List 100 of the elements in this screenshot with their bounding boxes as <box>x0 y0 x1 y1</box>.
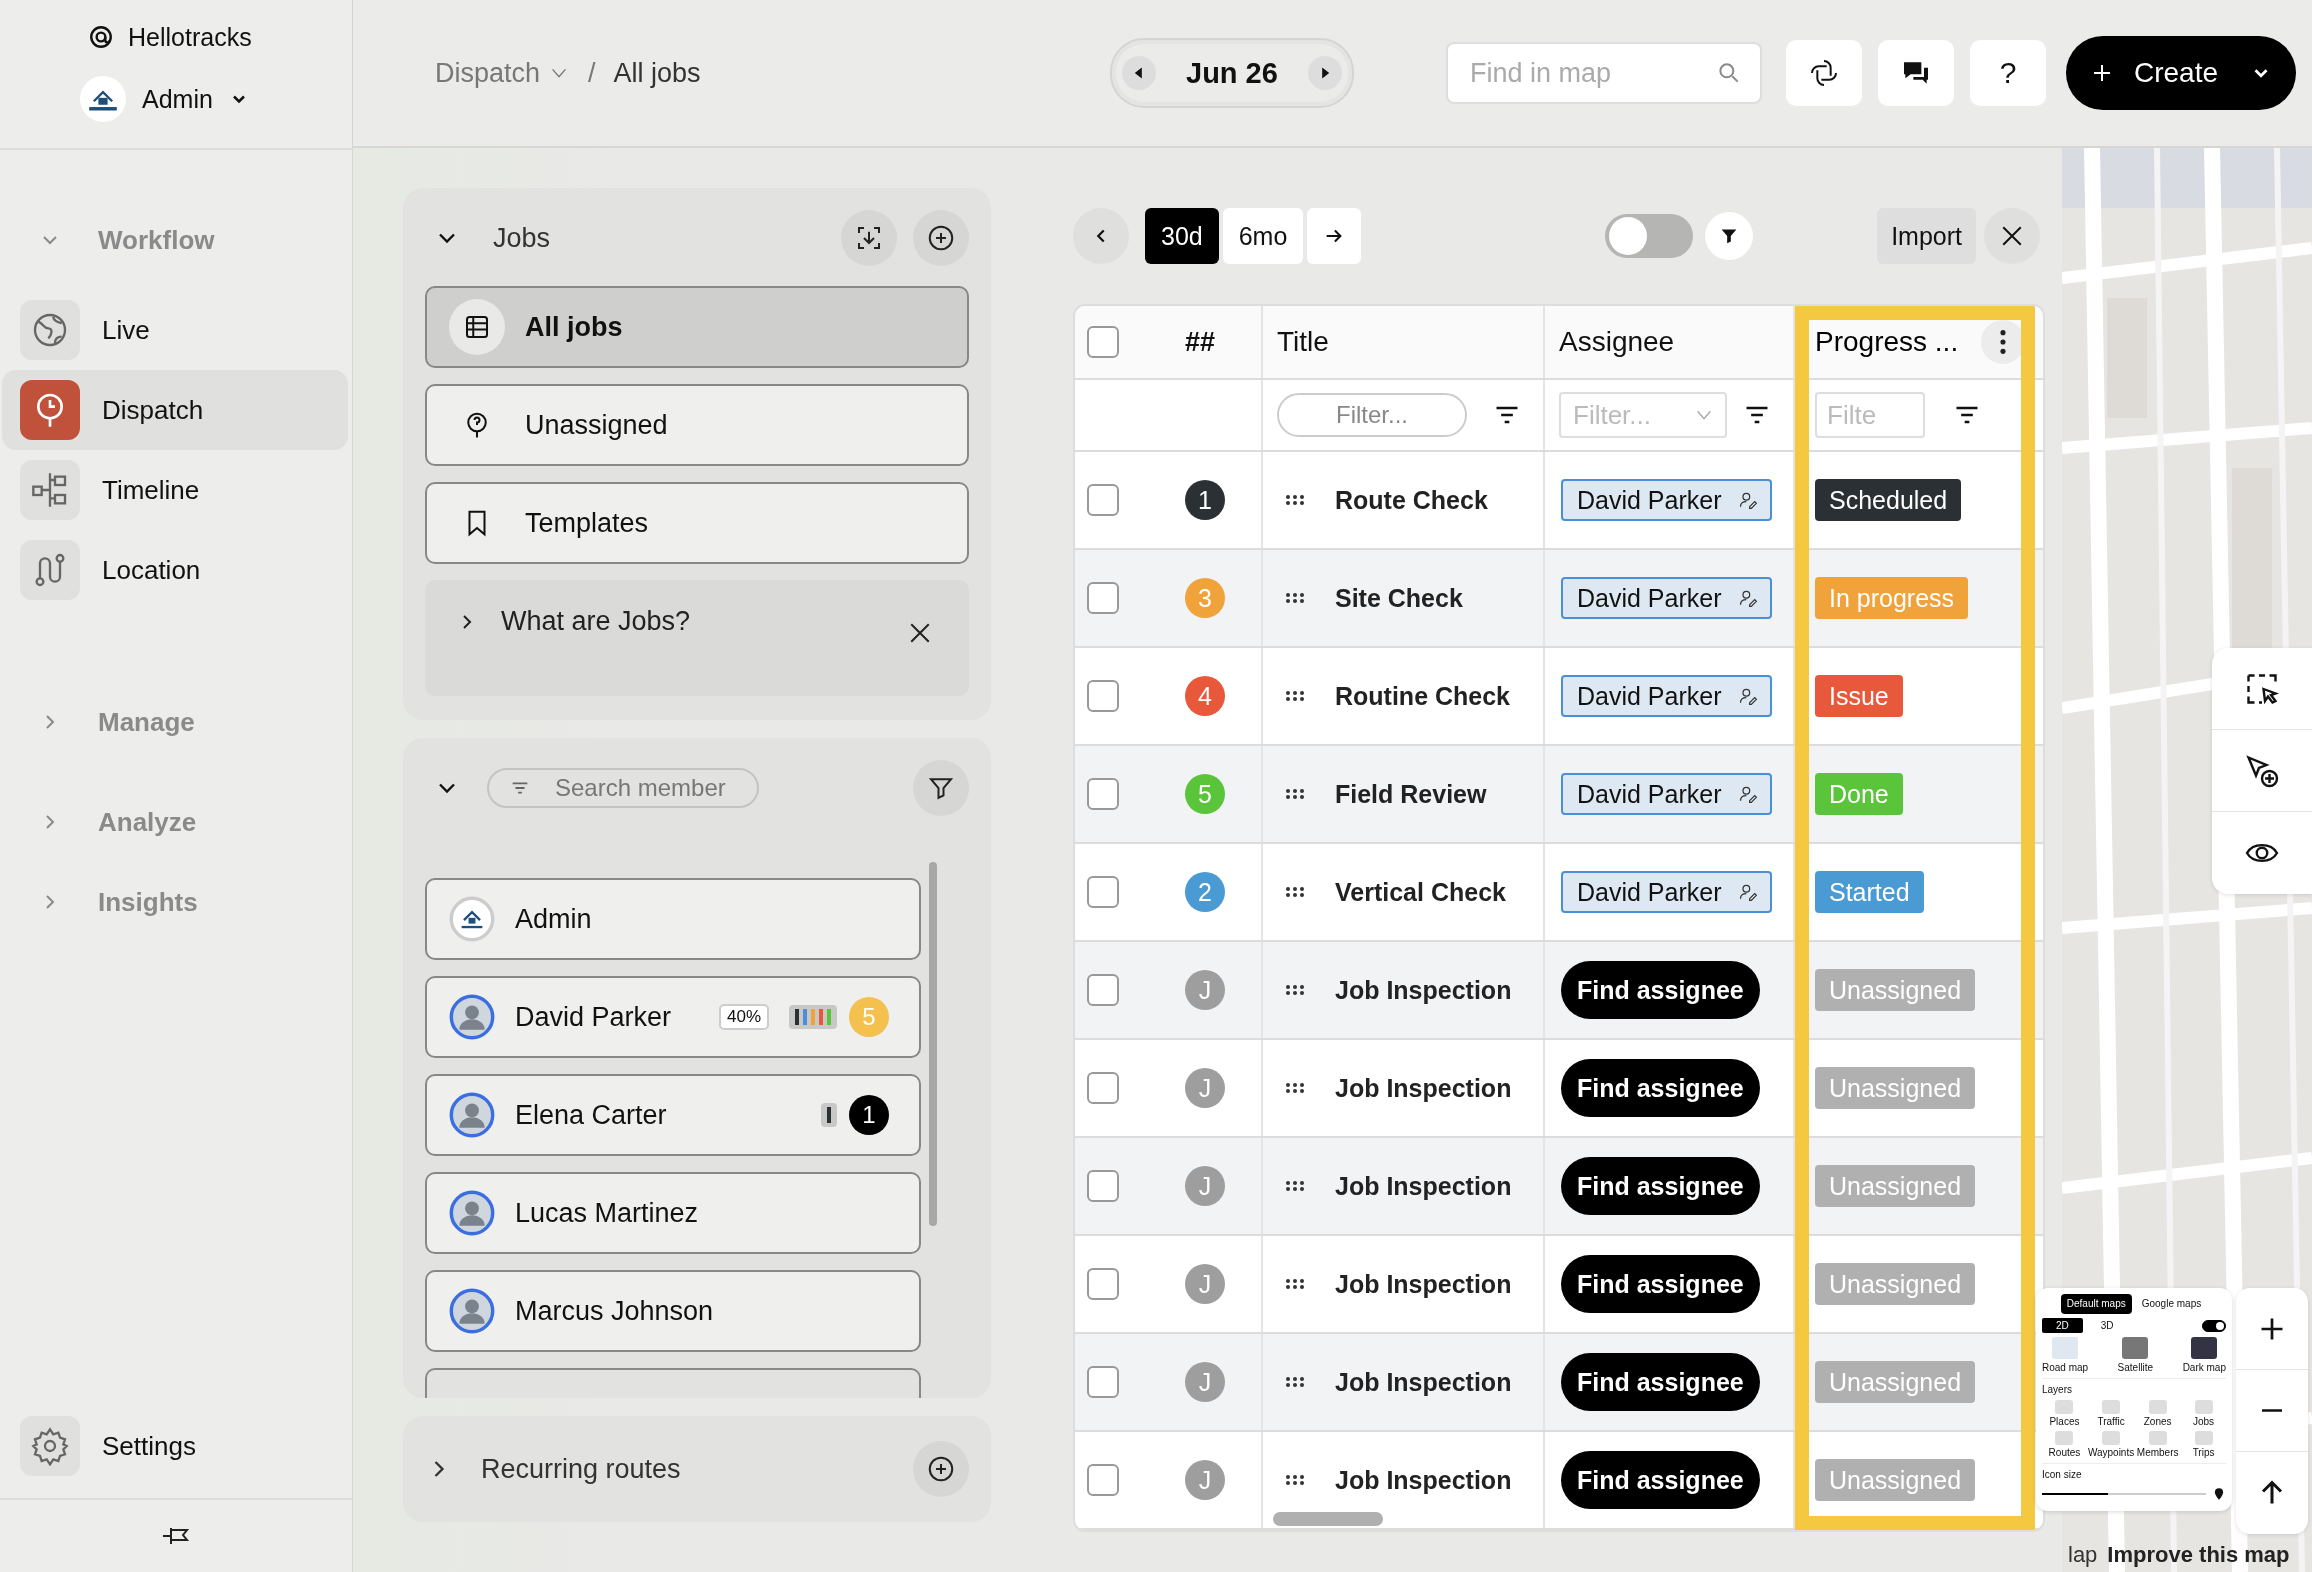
assignee-chip[interactable]: David Parker <box>1561 773 1772 815</box>
drag-handle-icon[interactable] <box>1285 788 1305 800</box>
row-checkbox[interactable] <box>1087 778 1119 810</box>
row-checkbox[interactable] <box>1087 582 1119 614</box>
create-button[interactable]: Create <box>2066 36 2296 110</box>
layer-option[interactable]: Trips <box>2181 1431 2226 1459</box>
drag-handle-icon[interactable] <box>1285 886 1305 898</box>
member-item[interactable]: Marcus Johnson <box>425 1270 921 1352</box>
layer-option[interactable]: Jobs <box>2181 1400 2226 1428</box>
info-toggle[interactable]: What are Jobs? <box>455 606 691 637</box>
filter-button[interactable] <box>1705 212 1754 260</box>
member-item[interactable]: Elena Carter 1 <box>425 1074 921 1156</box>
layer-option[interactable]: Members <box>2135 1431 2181 1459</box>
row-checkbox[interactable] <box>1087 1072 1119 1104</box>
column-header[interactable]: ## <box>1185 326 1216 358</box>
map-source-tab[interactable]: Default maps <box>2060 1294 2132 1314</box>
scrollbar[interactable] <box>929 862 937 1226</box>
member-item[interactable]: Admin <box>425 878 921 960</box>
status-badge: Done <box>1815 773 1903 815</box>
member-search-field[interactable]: Search member <box>487 768 759 808</box>
layer-option[interactable]: Routes <box>2042 1431 2087 1459</box>
drag-handle-icon[interactable] <box>1285 1180 1305 1192</box>
nav-item[interactable]: Location <box>2 530 348 610</box>
ai-assistant-button[interactable] <box>1786 40 1862 106</box>
assignee-chip[interactable]: David Parker <box>1561 577 1772 619</box>
help-button[interactable]: ? <box>1970 40 2046 106</box>
layer-option[interactable]: Zones <box>2135 1400 2181 1428</box>
row-checkbox[interactable] <box>1087 1170 1119 1202</box>
find-assignee-button[interactable]: Find assignee <box>1561 1157 1760 1215</box>
map-mode-tab[interactable]: 2D <box>2042 1318 2083 1333</box>
settings-item[interactable]: Settings <box>2 1406 348 1486</box>
cursor-plus-icon <box>2244 752 2280 789</box>
map-style-option[interactable]: Road map <box>2042 1337 2089 1374</box>
nav-item[interactable]: Live <box>2 290 348 370</box>
row-checkbox[interactable] <box>1087 484 1119 516</box>
row-checkbox[interactable] <box>1087 876 1119 908</box>
member-item[interactable]: Lucas Martinez <box>425 1172 921 1254</box>
drag-handle-icon[interactable] <box>1285 1376 1305 1388</box>
breadcrumb-separator: / <box>588 57 596 89</box>
view-item[interactable]: All jobs <box>425 286 969 368</box>
drag-handle-icon[interactable] <box>1285 1278 1305 1290</box>
range-tab[interactable]: 6mo <box>1222 208 1304 264</box>
drag-handle-icon[interactable] <box>1285 690 1305 702</box>
layer-icon <box>2148 1400 2167 1414</box>
drag-handle-icon[interactable] <box>1285 1082 1305 1094</box>
member-item[interactable]: David Parker 40% 5 <box>425 976 921 1058</box>
select-all-checkbox[interactable] <box>1087 326 1119 358</box>
logo-icon <box>88 24 114 50</box>
row-checkbox[interactable] <box>1087 974 1119 1006</box>
assignee-chip[interactable]: David Parker <box>1561 871 1772 913</box>
view-item[interactable]: Templates <box>425 482 969 564</box>
find-assignee-button[interactable]: Find assignee <box>1561 961 1760 1019</box>
assignee-chip[interactable]: David Parker <box>1561 675 1772 717</box>
layer-option[interactable]: Waypoints <box>2087 1431 2135 1459</box>
nav-item[interactable]: Timeline <box>2 450 348 530</box>
column-header[interactable]: Title <box>1277 326 1329 358</box>
improve-map-link[interactable]: Improve this map <box>2107 1542 2290 1568</box>
row-checkbox[interactable] <box>1087 1464 1119 1496</box>
breadcrumb-link[interactable]: Dispatch <box>435 57 571 89</box>
map-mode-tab[interactable]: 3D <box>2086 1318 2128 1333</box>
map-style-option[interactable]: Satellite <box>2117 1337 2154 1374</box>
account-switcher[interactable]: Admin <box>80 74 249 124</box>
row-checkbox[interactable] <box>1087 1366 1119 1398</box>
chat-button[interactable] <box>1878 40 1954 106</box>
layer-option[interactable]: Places <box>2042 1400 2087 1428</box>
drag-handle-icon[interactable] <box>1285 592 1305 604</box>
toggle-switch[interactable] <box>1605 214 1694 258</box>
next-day-button[interactable] <box>1307 56 1342 90</box>
date-label[interactable]: Jun 26 <box>1186 56 1278 90</box>
progress-filter-field[interactable]: Filte <box>1815 392 1925 438</box>
assignee-chip[interactable]: David Parker <box>1561 479 1772 521</box>
view-item[interactable]: Unassigned <box>425 384 969 466</box>
column-header[interactable]: Assignee <box>1559 326 1675 358</box>
drag-handle-icon[interactable] <box>1285 1474 1305 1486</box>
nav-item[interactable]: Dispatch <box>2 370 348 450</box>
scrollbar[interactable] <box>1273 1512 1383 1526</box>
filter-field[interactable]: Filter... <box>1277 393 1467 437</box>
find-assignee-button[interactable]: Find assignee <box>1561 1451 1760 1509</box>
range-tab[interactable]: 30d <box>1145 208 1219 264</box>
member-item[interactable] <box>425 1368 921 1398</box>
find-assignee-button[interactable]: Find assignee <box>1561 1353 1760 1411</box>
map-style-option[interactable]: Dark map <box>2182 1337 2226 1374</box>
drag-handle-icon[interactable] <box>1285 984 1305 996</box>
find-assignee-button[interactable]: Find assignee <box>1561 1059 1760 1117</box>
map-source-tab[interactable]: Google maps <box>2135 1294 2208 1314</box>
drag-handle-icon[interactable] <box>1285 494 1305 506</box>
import-button[interactable]: Import <box>1877 208 1976 264</box>
status-badge: Unassigned <box>1815 1263 1976 1305</box>
filter-dropdown[interactable]: Filter... <box>1559 392 1727 438</box>
person-edit-icon <box>1737 882 1758 902</box>
toggle-switch[interactable] <box>2202 1319 2226 1332</box>
find-assignee-button[interactable]: Find assignee <box>1561 1255 1760 1313</box>
row-checkbox[interactable] <box>1087 1268 1119 1300</box>
column-header[interactable]: Progress ... <box>1815 326 1959 358</box>
status-badge: Unassigned <box>1815 1459 1976 1501</box>
map-search-field[interactable]: Find in map <box>1446 42 1762 104</box>
previous-day-button[interactable] <box>1122 56 1156 90</box>
recurring-routes-toggle[interactable]: Recurring routes <box>425 1453 681 1485</box>
layer-option[interactable]: Traffic <box>2087 1400 2135 1428</box>
row-checkbox[interactable] <box>1087 680 1119 712</box>
